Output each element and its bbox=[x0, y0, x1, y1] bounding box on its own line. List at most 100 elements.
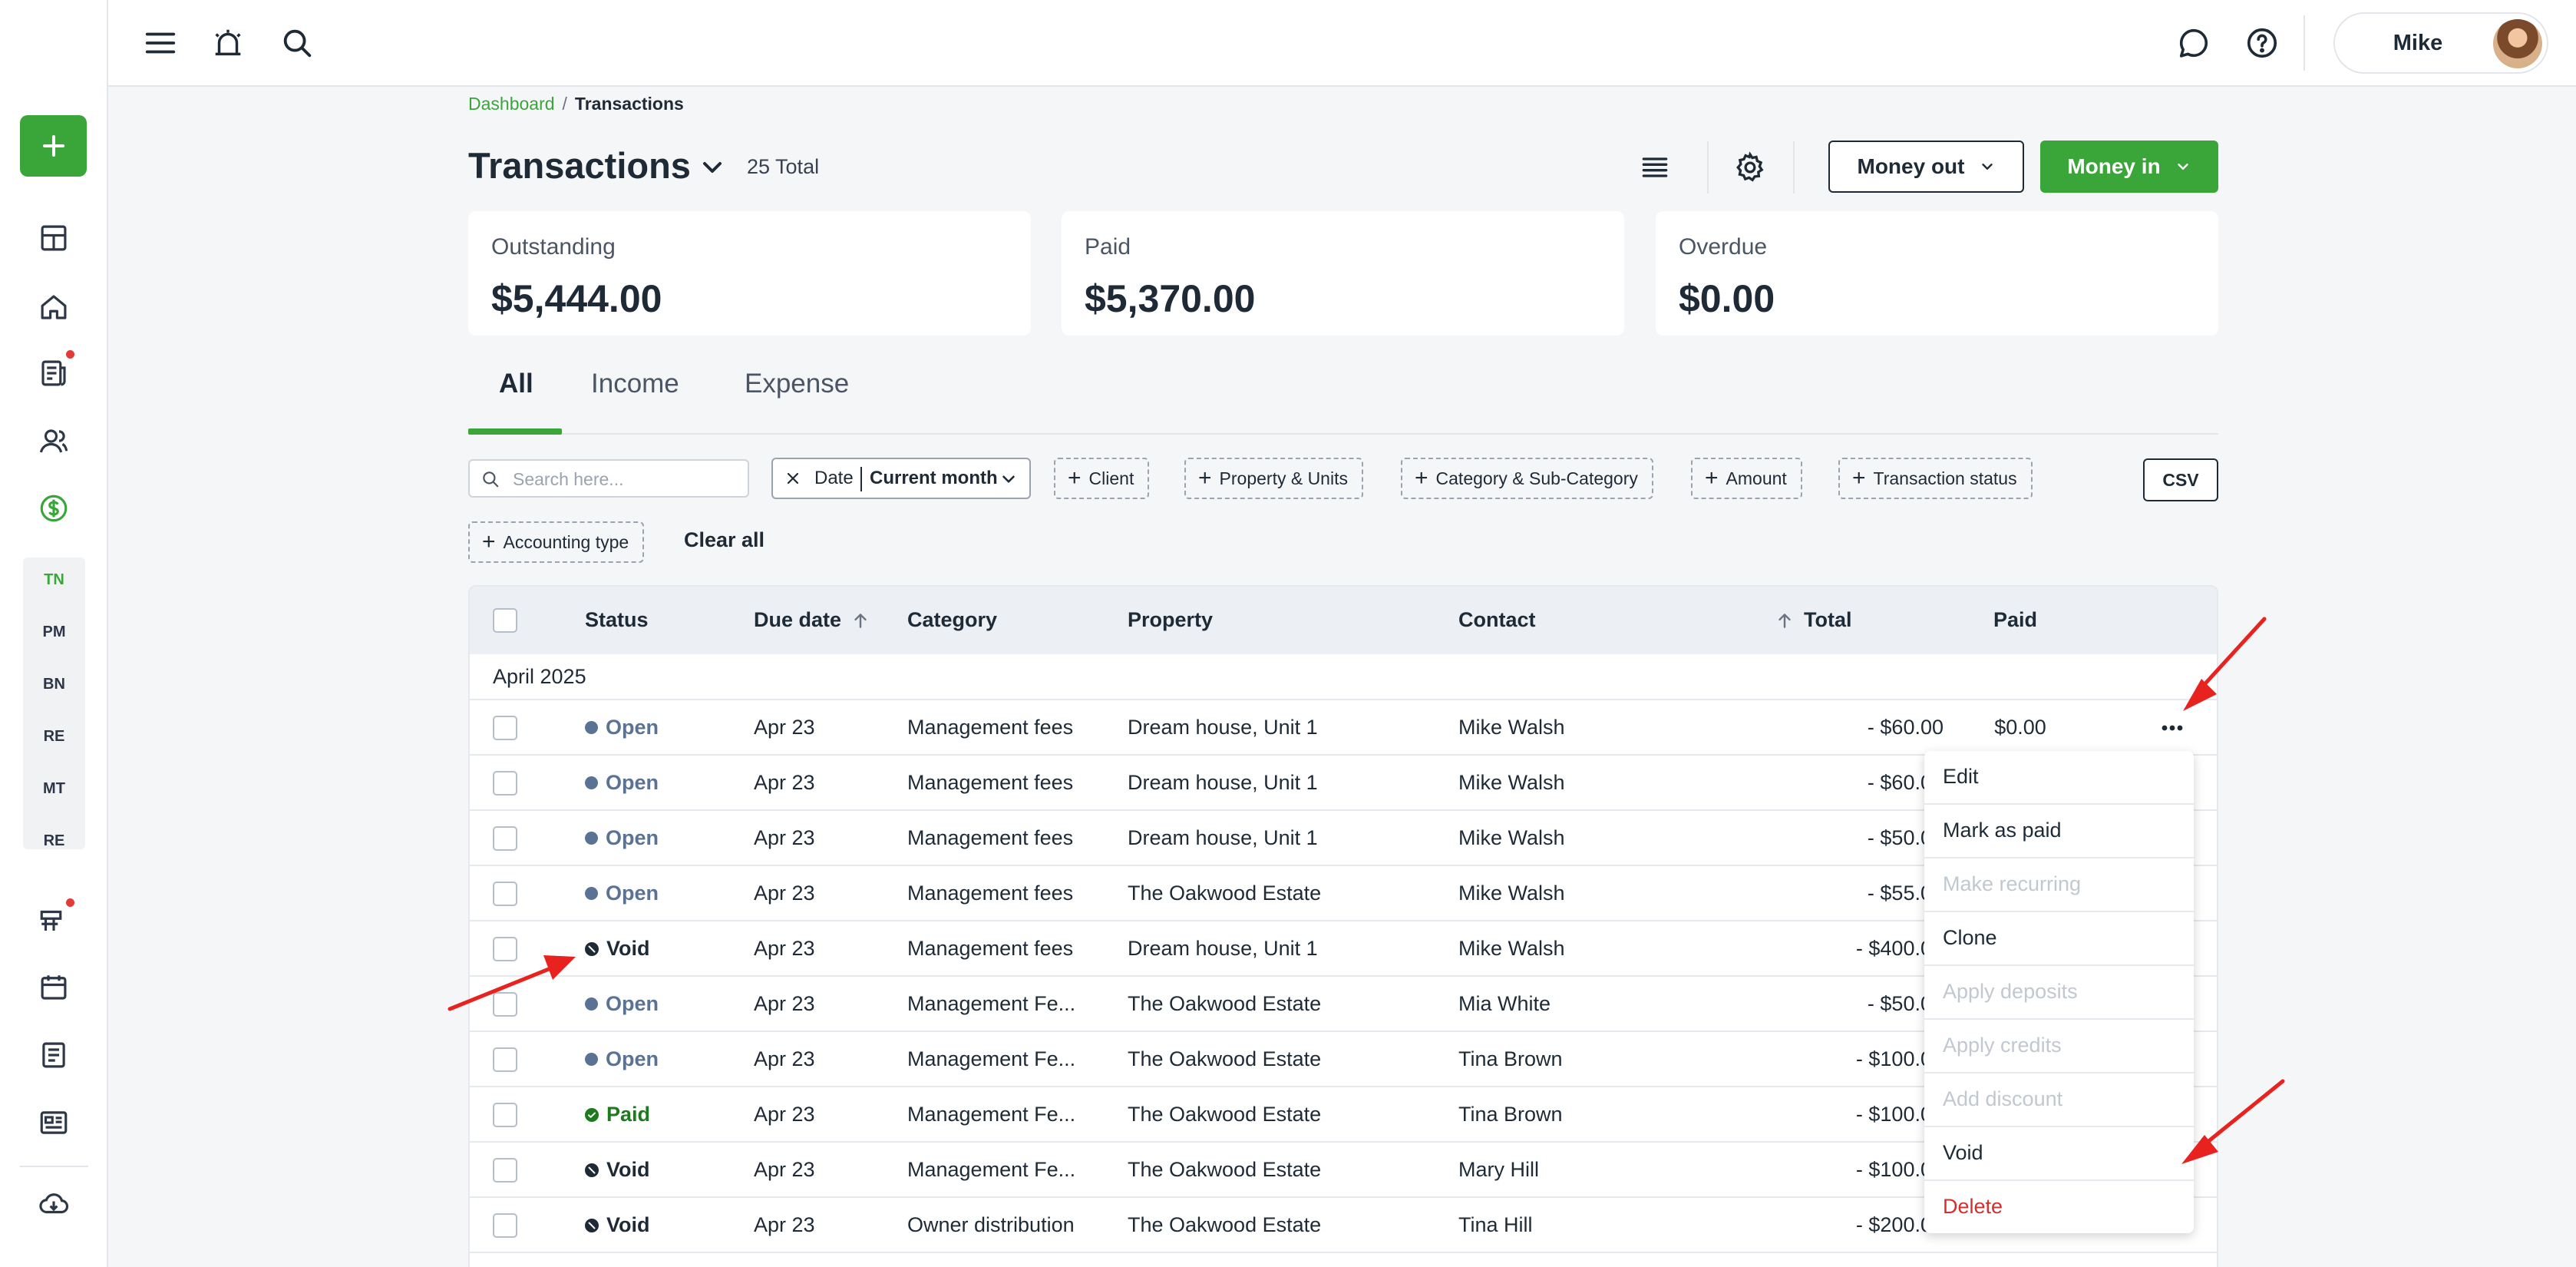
status-label: Void bbox=[606, 937, 650, 960]
tab-all[interactable]: All bbox=[499, 361, 533, 435]
tab-income[interactable]: Income bbox=[591, 361, 679, 435]
contact-cell: Mia White bbox=[1458, 992, 1551, 1015]
status-paid-icon bbox=[585, 1107, 599, 1122]
property-cell: Dream house, Unit 1 bbox=[1128, 937, 1318, 960]
paid-cell: $0.00 bbox=[1994, 716, 2046, 739]
status-label: Open bbox=[606, 882, 659, 905]
sidebar-item-pm[interactable]: PM bbox=[23, 624, 85, 641]
menu-item-clone[interactable]: Clone bbox=[1924, 912, 2194, 966]
property-cell: Dream house, Unit 1 bbox=[1128, 826, 1318, 849]
row-checkbox[interactable] bbox=[493, 1158, 517, 1183]
row-checkbox[interactable] bbox=[493, 716, 517, 740]
chevron-down-icon bbox=[1981, 164, 1993, 170]
settings-gear-icon[interactable] bbox=[1729, 146, 1772, 189]
page-title[interactable]: Transactions bbox=[468, 144, 691, 187]
breadcrumb-dashboard-link[interactable]: Dashboard bbox=[468, 94, 555, 114]
date-filter-divider bbox=[860, 467, 862, 491]
news-icon[interactable] bbox=[31, 1100, 77, 1146]
chevron-down-icon[interactable] bbox=[697, 152, 728, 183]
row-checkbox[interactable] bbox=[493, 1213, 517, 1238]
notes-icon[interactable] bbox=[31, 1032, 77, 1078]
csv-export-button[interactable]: CSV bbox=[2143, 458, 2218, 501]
column-total[interactable]: Total bbox=[1775, 608, 1852, 632]
property-cell: The Oakwood Estate bbox=[1128, 1158, 1322, 1181]
row-checkbox[interactable] bbox=[493, 882, 517, 906]
search-icon[interactable] bbox=[276, 22, 319, 65]
chip-label: Accounting type bbox=[503, 531, 629, 552]
plus-icon: + bbox=[482, 529, 496, 554]
column-paid: Paid bbox=[1993, 608, 2038, 631]
menu-item-edit[interactable]: Edit bbox=[1924, 751, 2194, 805]
money-icon[interactable] bbox=[31, 485, 77, 531]
chip-label: Property & Units bbox=[1219, 468, 1348, 488]
users-icon[interactable] bbox=[31, 418, 77, 465]
status-label: Open bbox=[606, 1047, 659, 1070]
column-due-date-label: Due date bbox=[754, 608, 842, 631]
dashboard-icon[interactable] bbox=[31, 215, 77, 261]
total-cell: - $100.00 bbox=[1855, 1103, 1944, 1126]
sidebar-item-bn[interactable]: BN bbox=[23, 676, 85, 693]
contact-cell: Tina Brown bbox=[1458, 1047, 1563, 1070]
calendar-icon[interactable] bbox=[31, 964, 77, 1011]
row-checkbox[interactable] bbox=[493, 1047, 517, 1072]
money-out-button[interactable]: Money out bbox=[1828, 141, 2024, 193]
add-button[interactable] bbox=[20, 115, 87, 177]
row-checkbox[interactable] bbox=[493, 771, 517, 796]
sidebar-item-mt[interactable]: MT bbox=[23, 780, 85, 798]
column-category: Category bbox=[907, 608, 998, 631]
contact-cell: Mike Walsh bbox=[1458, 882, 1565, 905]
group-label: April 2025 bbox=[493, 665, 586, 688]
select-all-checkbox[interactable] bbox=[493, 608, 517, 633]
amount-filter-chip[interactable]: + Amount bbox=[1691, 458, 1802, 499]
search-box[interactable] bbox=[468, 459, 749, 498]
tab-expense[interactable]: Expense bbox=[745, 361, 849, 435]
menu-item-void[interactable]: Void bbox=[1924, 1127, 2194, 1181]
transaction-status-filter-chip[interactable]: + Transaction status bbox=[1838, 458, 2033, 499]
due-date-cell: Apr 23 bbox=[754, 937, 815, 960]
sidebar-item-re[interactable]: RE bbox=[23, 728, 85, 746]
column-status: Status bbox=[585, 608, 649, 631]
table-row[interactable]: Open Apr 23 Management fees Dream house, Un… bbox=[470, 700, 2217, 756]
sidebar-item-re-2[interactable]: RE bbox=[23, 832, 85, 850]
client-filter-chip[interactable]: + Client bbox=[1054, 458, 1150, 499]
alarm-icon[interactable] bbox=[206, 22, 249, 65]
money-in-label: Money in bbox=[2067, 154, 2161, 178]
row-checkbox[interactable] bbox=[493, 826, 517, 851]
card-value: $5,444.00 bbox=[491, 277, 662, 320]
property-units-filter-chip[interactable]: + Property & Units bbox=[1184, 458, 1363, 499]
search-input[interactable] bbox=[513, 467, 740, 491]
status-label: Open bbox=[606, 771, 659, 794]
property-cell: The Oakwood Estate bbox=[1128, 1103, 1322, 1126]
group-row: April 2025 bbox=[470, 654, 2217, 700]
chip-label: Client bbox=[1088, 468, 1134, 488]
money-in-button[interactable]: Money in bbox=[2040, 141, 2218, 193]
date-filter[interactable]: Date Current month bbox=[771, 458, 1031, 499]
status-open-icon bbox=[585, 887, 598, 900]
column-due-date[interactable]: Due date bbox=[754, 608, 870, 632]
status-badge: Open bbox=[585, 882, 659, 905]
cloud-download-icon[interactable] bbox=[31, 1181, 77, 1227]
status-label: Open bbox=[606, 716, 659, 739]
category-cell: Management fees bbox=[907, 771, 1074, 794]
annotation-arrow bbox=[2183, 617, 2267, 711]
list-view-icon[interactable] bbox=[1633, 146, 1676, 189]
sidebar-item-tn[interactable]: TN bbox=[23, 571, 85, 589]
category-filter-chip[interactable]: + Category & Sub-Category bbox=[1401, 458, 1653, 499]
user-menu-button[interactable]: Mike bbox=[2333, 12, 2548, 74]
chat-icon[interactable] bbox=[2172, 22, 2215, 65]
home-icon[interactable] bbox=[31, 284, 77, 330]
status-open-icon bbox=[585, 1053, 598, 1066]
menu-icon[interactable] bbox=[139, 22, 182, 65]
help-icon[interactable] bbox=[2241, 22, 2284, 65]
property-cell: The Oakwood Estate bbox=[1128, 882, 1322, 905]
accounting-type-filter-chip[interactable]: + Accounting type bbox=[468, 521, 645, 563]
menu-item-delete[interactable]: Delete bbox=[1924, 1181, 2194, 1235]
clear-all-link[interactable]: Clear all bbox=[684, 528, 765, 552]
due-date-cell: Apr 23 bbox=[754, 826, 815, 849]
row-checkbox[interactable] bbox=[493, 1103, 517, 1127]
contact-cell: Tina Brown bbox=[1458, 1103, 1563, 1126]
menu-item-mark-as-paid[interactable]: Mark as paid bbox=[1924, 805, 2194, 858]
status-label: Paid bbox=[606, 1103, 651, 1126]
status-void-icon bbox=[585, 1163, 599, 1177]
close-icon[interactable] bbox=[784, 469, 802, 488]
